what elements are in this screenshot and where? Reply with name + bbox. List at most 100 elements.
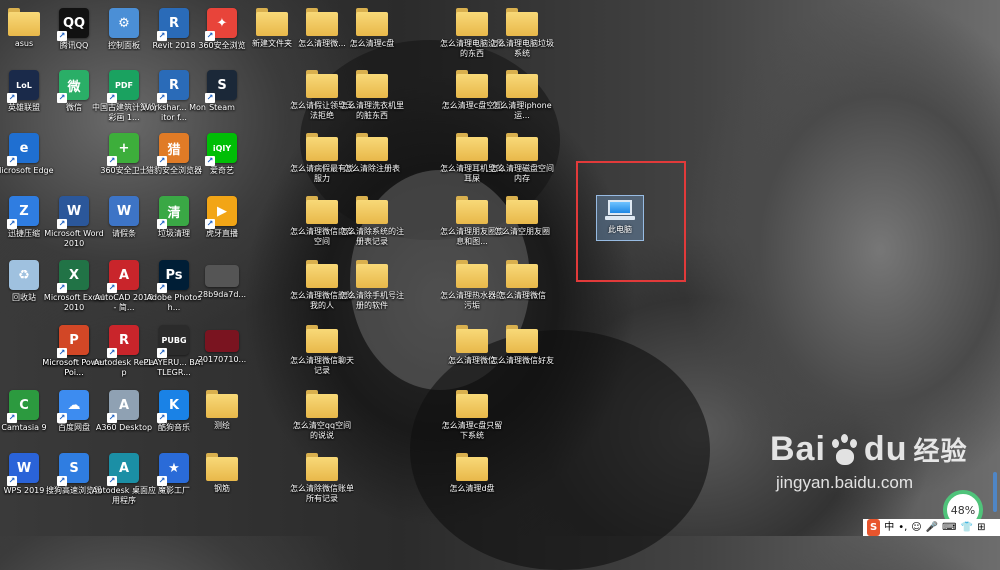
desktop-icon[interactable]: 怎么清除手机号注册的软件 xyxy=(340,260,404,320)
folder-icon xyxy=(506,325,538,353)
folder-icon xyxy=(456,133,488,161)
desktop-icon[interactable]: 怎么清除系统的注册表记录 xyxy=(340,196,404,256)
baidu-jingyan-watermark: Bai du 经验 jingyan.baidu.com xyxy=(770,430,967,493)
folder-icon xyxy=(456,390,488,418)
app-icon: R xyxy=(157,8,189,41)
watermark-url: jingyan.baidu.com xyxy=(776,473,914,492)
watermark-brand-suffix: du xyxy=(863,430,908,468)
baidu-paw-icon xyxy=(828,433,862,467)
app-icon: A xyxy=(107,453,139,486)
watermark-cn: 经验 xyxy=(913,436,968,466)
ime-toolbar[interactable]: S 中 •, ☺ 🎤 ⌨ 👕 ⊞ xyxy=(863,519,1000,536)
ime-emoji-icon[interactable]: ☺ xyxy=(911,519,921,536)
app-icon: 猎 xyxy=(157,133,189,166)
this-pc-label: 此电脑 xyxy=(608,225,632,234)
app-icon: ☁ xyxy=(57,390,89,423)
desktop-icon[interactable]: SSteam xyxy=(192,70,252,130)
ime-keyboard-icon[interactable]: ⌨ xyxy=(942,519,956,536)
desktop-icon-label: 爱奇艺 xyxy=(210,166,234,175)
app-icon: QQ xyxy=(57,8,89,41)
desktop-icon[interactable]: 怎么清理d盘 xyxy=(442,453,502,513)
app-icon: + xyxy=(107,133,139,166)
folder-icon xyxy=(456,8,488,36)
app-icon: P xyxy=(57,325,89,358)
desktop-icon-label: 虎牙直播 xyxy=(206,229,238,238)
folder-icon xyxy=(456,325,488,353)
desktop-icon-label: 怎么清理d盘 xyxy=(449,484,495,493)
desktop-icon-label: 怎么清除手机号注册的软件 xyxy=(340,291,404,310)
app-icon: LoL xyxy=(7,70,39,103)
ime-punct-icon[interactable]: •, xyxy=(898,519,907,536)
desktop-icon[interactable]: 怎么清理iphone运... xyxy=(492,70,552,130)
folder-icon xyxy=(356,133,388,161)
computer-icon xyxy=(605,200,635,222)
desktop-icon-label: 钢筋 xyxy=(214,484,230,493)
desktop-icon[interactable]: 怎么清除注册表 xyxy=(342,133,402,193)
folder-icon xyxy=(306,260,338,288)
app-icon: Z xyxy=(7,196,39,229)
desktop-icon[interactable]: 钢筋 xyxy=(192,453,252,513)
folder-icon xyxy=(356,70,388,98)
app-icon: ⚙ xyxy=(109,8,139,38)
side-scroll-indicator xyxy=(993,472,997,512)
folder-icon xyxy=(456,453,488,481)
folder-icon xyxy=(456,260,488,288)
app-icon: K xyxy=(157,390,189,423)
app-icon: A xyxy=(107,390,139,423)
desktop-icon[interactable]: 怎么清理微信好友 xyxy=(490,325,554,385)
ime-mode[interactable]: 中 xyxy=(884,519,894,536)
folder-icon xyxy=(506,70,538,98)
app-icon: PUBG xyxy=(157,325,189,358)
folder-icon xyxy=(306,325,338,353)
ime-skin-icon[interactable]: 👕 xyxy=(961,519,973,536)
watermark-brand: Bai xyxy=(770,430,826,468)
folder-icon xyxy=(306,196,338,224)
app-icon: e xyxy=(7,133,39,166)
app-icon: Ps xyxy=(157,260,189,293)
desktop-icon[interactable]: ▶虎牙直播 xyxy=(192,196,252,256)
folder-icon xyxy=(306,70,338,98)
app-icon: C xyxy=(7,390,39,423)
app-icon: R xyxy=(157,70,189,103)
folder-icon xyxy=(8,8,40,36)
desktop-icon-label: 怎么清除系统的注册表记录 xyxy=(340,227,404,246)
app-icon: W xyxy=(109,196,139,226)
desktop-icon-label: 怎么清理微信聊天记录 xyxy=(290,356,354,375)
desktop-icon-label: 怎么清理iphone运... xyxy=(492,101,552,120)
folder-icon xyxy=(506,260,538,288)
desktop-icon[interactable]: 怎么清理微信 xyxy=(492,260,552,320)
folder-icon xyxy=(506,196,538,224)
desktop-icon[interactable]: 28b9da7d... xyxy=(192,260,252,320)
desktop-icon[interactable]: eMicrosoft Edge xyxy=(0,133,54,193)
sogou-logo-icon[interactable]: S xyxy=(867,519,881,536)
desktop-icon-label: 怎么清理微信好友 xyxy=(490,356,554,365)
desktop-icon[interactable]: 20170710... xyxy=(192,325,252,385)
desktop-icon[interactable]: 测绘 xyxy=(192,390,252,450)
desktop-icon-label: 怎么清理磁盘空间内存 xyxy=(490,164,554,183)
desktop-icon[interactable]: iQIY爱奇艺 xyxy=(192,133,252,193)
app-icon: S xyxy=(205,70,237,103)
app-icon: ★ xyxy=(157,453,189,486)
desktop-icon[interactable]: 怎么清空朋友圈 xyxy=(492,196,552,256)
folder-icon xyxy=(506,133,538,161)
ime-grid-icon[interactable]: ⊞ xyxy=(977,519,985,536)
folder-icon xyxy=(306,390,338,418)
desktop-icon[interactable]: 怎么清理磁盘空间内存 xyxy=(490,133,554,193)
folder-icon xyxy=(356,196,388,224)
desktop-icon[interactable]: 怎么清理c盘只留下系统 xyxy=(442,390,502,450)
desktop-icon[interactable]: 怎么清空qq空间的说说 xyxy=(292,390,352,450)
desktop-icon-label: 怎么清理微信 xyxy=(498,291,546,300)
ime-mic-icon[interactable]: 🎤 xyxy=(926,519,938,536)
desktop-icon[interactable]: 怎么清理c盘 xyxy=(342,8,402,68)
this-pc-icon-selected[interactable]: 此电脑 xyxy=(596,195,644,241)
desktop-icon[interactable]: 怎么清理微信聊天记录 xyxy=(290,325,354,385)
app-icon: ✦ xyxy=(205,8,237,41)
speed-ball-value: 48% xyxy=(950,503,976,517)
desktop-icon[interactable]: 怎么清理电脑垃圾系统 xyxy=(490,8,554,68)
folder-icon xyxy=(206,390,238,418)
desktop-icon[interactable]: 怎么清理洗衣机里的脏东西 xyxy=(340,70,404,130)
desktop-icon-label: 怎么清除注册表 xyxy=(344,164,400,173)
desktop-icon-label: 28b9da7d... xyxy=(197,290,247,299)
desktop-icon-label: Steam xyxy=(209,103,235,112)
desktop-icon[interactable]: 怎么清除微信账单所有记录 xyxy=(290,453,354,513)
